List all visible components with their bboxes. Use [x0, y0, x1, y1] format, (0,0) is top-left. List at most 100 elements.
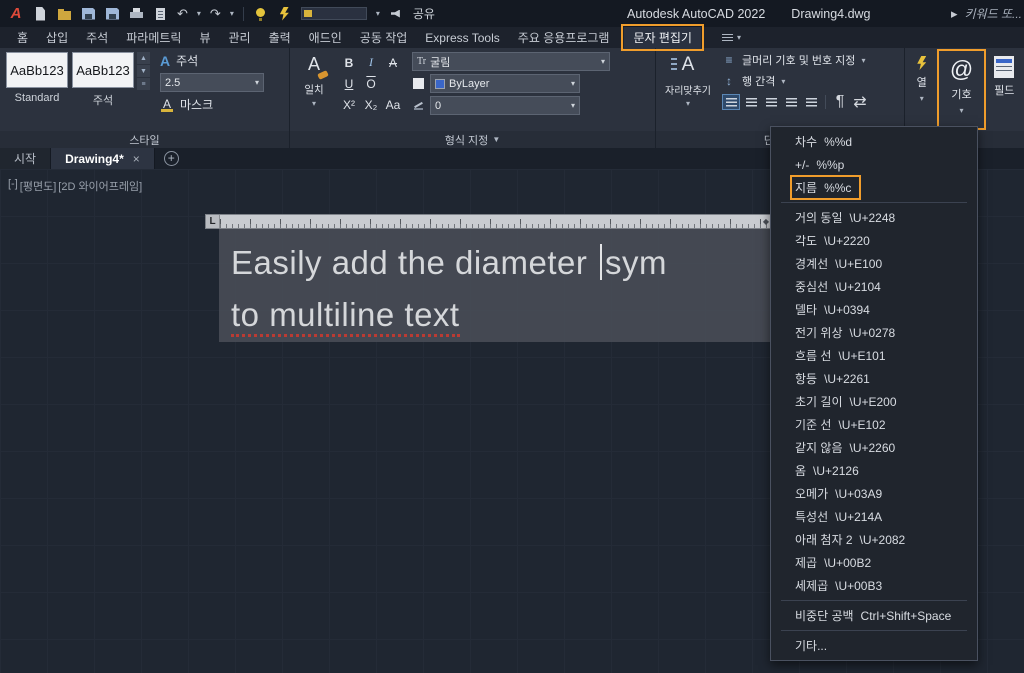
autocad-logo-icon[interactable]: A	[7, 5, 25, 23]
menu-item-almost-equal[interactable]: 거의 동일\U+2248	[771, 206, 977, 229]
plot-icon[interactable]	[129, 7, 144, 21]
tab-stop-selector[interactable]: L	[206, 215, 220, 228]
oblique-angle-icon[interactable]	[412, 99, 425, 112]
tab-insert[interactable]: 삽입	[37, 27, 77, 48]
columns-button[interactable]: 열 ▾	[907, 50, 936, 129]
open-folder-icon[interactable]	[57, 7, 72, 21]
style-item-annotative[interactable]: AaBb123 주석	[72, 52, 134, 127]
menu-item-squared[interactable]: 제곱\U+00B2	[771, 551, 977, 574]
tab-output[interactable]: 출력	[260, 27, 300, 48]
panel-expand-arrow-icon[interactable]: ▼	[492, 135, 500, 144]
tab-manage[interactable]: 관리	[219, 27, 259, 48]
file-tab-drawing4[interactable]: Drawing4* ×	[51, 148, 155, 169]
file-tab-start[interactable]: 시작	[0, 148, 51, 169]
text-ruler[interactable]: L ◆	[205, 214, 772, 229]
chevron-right-icon[interactable]: ▸	[951, 7, 958, 21]
gallery-up-icon[interactable]: ▲	[137, 52, 150, 64]
share-button[interactable]: 공유	[413, 5, 435, 22]
combo-arrow-icon[interactable]: ▾	[601, 57, 605, 66]
tab-addins[interactable]: 애드인	[300, 27, 351, 48]
menu-item-ohm[interactable]: 옴\U+2126	[771, 459, 977, 482]
align-right-button[interactable]	[762, 94, 780, 110]
gallery-down-icon[interactable]: ▼	[137, 65, 150, 77]
menu-item-plus-minus[interactable]: +/-%%p	[771, 153, 977, 176]
superscript-button[interactable]: X²	[338, 94, 360, 115]
annotative-toggle[interactable]: A 주석	[160, 52, 264, 69]
combo-arrow-icon[interactable]: ▾	[571, 79, 575, 88]
menu-item-monument-line[interactable]: 기준 선\U+E102	[771, 413, 977, 436]
bold-button[interactable]: B	[338, 52, 360, 73]
bulb-icon[interactable]	[253, 7, 268, 21]
tab-annotate[interactable]: 주석	[77, 27, 117, 48]
color-tool-icon[interactable]	[412, 77, 425, 90]
combo-arrow-icon[interactable]: ▾	[255, 78, 259, 87]
visual-style-control[interactable]: [2D 와이어프레임]	[58, 178, 142, 194]
menu-item-cubed[interactable]: 세제곱\U+00B3	[771, 574, 977, 597]
sheet-set-icon[interactable]	[153, 7, 168, 21]
combine-paragraphs-button[interactable]: ⇄	[851, 94, 869, 110]
menu-item-diameter[interactable]: 지름%%c	[771, 176, 977, 199]
overline-button[interactable]: O	[360, 73, 382, 94]
menu-item-electrical-phase[interactable]: 전기 위상\U+0278	[771, 321, 977, 344]
menu-item-other[interactable]: 기타...	[771, 634, 977, 657]
paragraph-mark-button[interactable]: ¶	[831, 94, 849, 110]
mask-button[interactable]: A 마스크	[160, 96, 264, 113]
close-tab-icon[interactable]: ×	[133, 152, 140, 166]
mtext-content[interactable]: Easily add the diameter sym to multiline…	[219, 229, 772, 342]
view-control[interactable]: [평면도]	[20, 178, 56, 194]
align-distribute-button[interactable]	[802, 94, 820, 110]
style-panel-label[interactable]: 스타일	[0, 131, 289, 148]
menu-item-delta[interactable]: 델타\U+0394	[771, 298, 977, 321]
undo-icon[interactable]: ↶	[177, 7, 188, 21]
underline-button[interactable]: U	[338, 73, 360, 94]
undo-dropdown-arrow-icon[interactable]: ▾	[197, 9, 201, 18]
menu-item-omega[interactable]: 오메가\U+03A9	[771, 482, 977, 505]
symbol-button[interactable]: @ 기호 ▾	[938, 50, 984, 129]
font-combo[interactable]: Tr 굴림 ▾	[412, 52, 610, 71]
tab-text-editor-active[interactable]: 문자 편집기	[624, 27, 701, 48]
menu-item-boundary-line[interactable]: 경계선\U+E100	[771, 252, 977, 275]
tab-collaborate[interactable]: 공동 작업	[351, 27, 417, 48]
save-as-icon[interactable]	[105, 7, 120, 21]
line-spacing-button[interactable]: ↕ 행 간격 ▾	[722, 73, 869, 89]
match-properties-button[interactable]: A 일치 ▾	[296, 52, 332, 127]
bullets-numbering-button[interactable]: ≡ 글머리 기호 및 번호 지정 ▾	[722, 52, 869, 68]
menu-item-property-line[interactable]: 특성선\U+214A	[771, 505, 977, 528]
gallery-expand-icon[interactable]: ≡	[137, 78, 150, 90]
text-height-combo[interactable]: 2.5 ▾	[160, 73, 264, 92]
align-center-button[interactable]	[742, 94, 760, 110]
redo-icon[interactable]: ↷	[210, 7, 221, 21]
menu-item-identity[interactable]: 항등\U+2261	[771, 367, 977, 390]
color-combo[interactable]: ByLayer ▾	[430, 74, 580, 93]
justification-button[interactable]: A 자리맞추기 ▾	[662, 52, 714, 127]
tab-express-tools[interactable]: Express Tools	[416, 27, 508, 48]
change-case-button[interactable]: Aa	[382, 94, 404, 115]
qat-customize-arrow-icon[interactable]: ▾	[230, 9, 234, 18]
menu-item-non-breaking-space[interactable]: 비중단 공백Ctrl+Shift+Space	[771, 604, 977, 627]
formatting-panel-label[interactable]: 형식 지정 ▼	[290, 131, 655, 148]
flash-icon[interactable]	[277, 7, 292, 21]
search-hint[interactable]: 키워드 또...	[965, 5, 1023, 22]
field-button[interactable]: 필드	[987, 50, 1022, 129]
ribbon-display-toggle[interactable]: ▾	[713, 27, 750, 48]
workspace-dropdown-arrow-icon[interactable]: ▾	[376, 9, 380, 18]
viewport-menu-control[interactable]: [-]	[8, 178, 18, 194]
workspace-selector[interactable]	[301, 7, 367, 20]
align-left-button[interactable]	[722, 94, 740, 110]
tab-home[interactable]: 홈	[8, 27, 37, 48]
tab-featured-apps[interactable]: 주요 응용프로그램	[509, 27, 619, 48]
column-width-grip-icon[interactable]: ◆	[763, 217, 769, 226]
new-file-icon[interactable]	[33, 7, 48, 21]
align-justify-button[interactable]	[782, 94, 800, 110]
menu-item-subscript-2[interactable]: 아래 첨자 2\U+2082	[771, 528, 977, 551]
style-item-standard[interactable]: AaBb123 Standard	[6, 52, 68, 127]
menu-item-centerline[interactable]: 중심선\U+2104	[771, 275, 977, 298]
menu-item-initial-length[interactable]: 초기 길이\U+E200	[771, 390, 977, 413]
menu-item-degrees[interactable]: 차수%%d	[771, 130, 977, 153]
italic-button[interactable]: I	[360, 52, 382, 73]
tab-view[interactable]: 뷰	[190, 27, 219, 48]
subscript-button[interactable]: X₂	[360, 94, 382, 115]
menu-item-angle[interactable]: 각도\U+2220	[771, 229, 977, 252]
strikethrough-button[interactable]: A	[382, 52, 404, 73]
new-drawing-icon[interactable]: +	[164, 151, 179, 166]
